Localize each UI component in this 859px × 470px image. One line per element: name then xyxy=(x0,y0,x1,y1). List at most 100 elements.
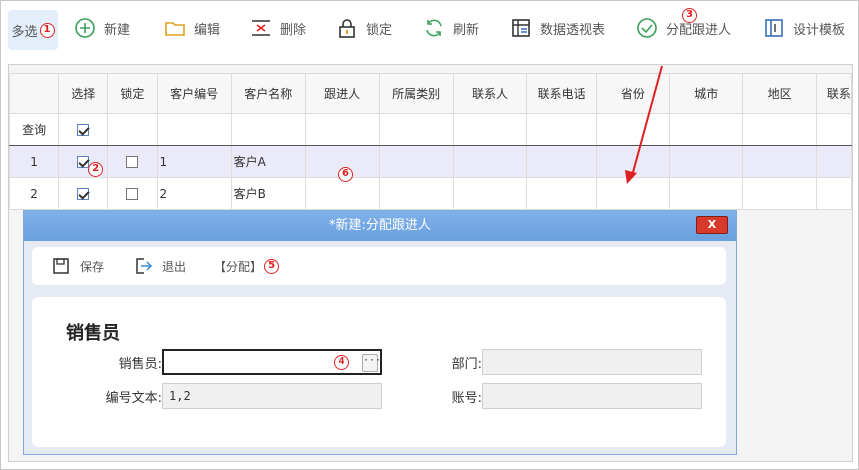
column-header[interactable]: 跟进人 xyxy=(304,73,380,114)
dialog-form: 销售员 销售员: 4 ··· 编号文本: 1,2 部门: 账号: xyxy=(32,297,726,447)
lock-cell[interactable] xyxy=(107,145,158,178)
query-cell[interactable] xyxy=(526,113,597,146)
dialog-title: *新建:分配跟进人 xyxy=(329,218,431,233)
row-lock-checkbox[interactable] xyxy=(126,188,139,200)
multi-select-label: 多选 xyxy=(11,24,38,40)
save-icon xyxy=(52,257,70,275)
assign-follower-dialog: *新建:分配跟进人 X 保存 退出 【分配】 5 销售员 销售员: 4 ··· xyxy=(23,210,737,455)
pivot-table-label: 数据透视表 xyxy=(540,22,606,38)
query-cell[interactable] xyxy=(230,113,306,146)
edit-label: 编辑 xyxy=(194,22,221,38)
query-label: 查询 xyxy=(9,113,60,146)
table-cell xyxy=(742,145,817,178)
exit-label: 退出 xyxy=(162,259,187,274)
query-cell[interactable] xyxy=(815,113,852,146)
column-header[interactable]: 锁定 xyxy=(107,73,158,114)
folder-icon xyxy=(164,17,186,39)
header-row: 选择 锁定 客户编号 客户名称 跟进人 所属类别 联系人 联系电话 省份 城市 … xyxy=(9,73,852,114)
corner-header xyxy=(9,73,60,114)
department-field[interactable] xyxy=(482,349,702,375)
annotation-badge-6: 6 xyxy=(338,167,353,182)
customer-code-cell: 2 xyxy=(156,177,232,210)
table-cell xyxy=(378,145,454,178)
edit-button[interactable]: 编辑 xyxy=(164,12,220,44)
exit-button[interactable]: 退出 xyxy=(134,257,186,275)
save-button[interactable]: 保存 xyxy=(52,257,104,275)
column-header[interactable]: 选择 xyxy=(58,73,109,114)
dialog-title-bar: *新建:分配跟进人 X xyxy=(24,211,736,241)
row-number: 2 xyxy=(9,177,60,210)
lock-button[interactable]: 锁定 xyxy=(336,12,392,44)
annotation-badge-5: 5 xyxy=(264,258,280,274)
refresh-icon xyxy=(423,17,445,39)
query-cell[interactable] xyxy=(304,113,380,146)
lock-icon xyxy=(336,17,358,39)
annotation-badge-2: 2 xyxy=(88,162,104,177)
customer-table: 选择 锁定 客户编号 客户名称 跟进人 所属类别 联系人 联系电话 省份 城市 … xyxy=(9,73,852,210)
column-header[interactable]: 客户编号 xyxy=(156,73,232,114)
query-cell[interactable] xyxy=(378,113,454,146)
department-label: 部门: xyxy=(451,357,482,372)
table-cell xyxy=(304,177,380,210)
annotation-badge-4: 4 xyxy=(334,355,349,370)
code-text-label: 编号文本: xyxy=(105,391,162,406)
exit-icon xyxy=(134,257,153,275)
table-cell xyxy=(452,177,528,210)
customer-code-cell: 1 xyxy=(156,145,232,178)
column-header[interactable]: 所属类别 xyxy=(378,73,454,114)
column-header[interactable]: 省份 xyxy=(595,73,671,114)
annotation-badge-1: 1 xyxy=(39,22,55,38)
customer-name-cell: 客户A xyxy=(230,145,306,178)
design-template-button[interactable]: 设计模板 xyxy=(763,12,845,44)
table-cell xyxy=(526,145,597,178)
toolbar: 多选 1 新建 编辑 删除 锁定 刷新 数据透视表 分配跟进人 3 设计模板 xyxy=(2,2,857,52)
table-cell xyxy=(742,177,817,210)
query-cell[interactable] xyxy=(595,113,671,146)
column-header[interactable]: 联系 xyxy=(815,73,852,114)
column-header[interactable]: 城市 xyxy=(669,73,744,114)
query-select-cell[interactable] xyxy=(58,113,109,146)
row-select-checkbox[interactable] xyxy=(77,188,90,200)
design-template-label: 设计模板 xyxy=(793,22,846,38)
pivot-table-icon xyxy=(510,17,532,39)
table-cell xyxy=(815,177,852,210)
select-all-checkbox[interactable] xyxy=(77,124,90,136)
account-field[interactable] xyxy=(482,383,702,409)
select-cell[interactable] xyxy=(58,177,109,210)
query-cell[interactable] xyxy=(156,113,232,146)
table-cell xyxy=(815,145,852,178)
query-cell[interactable] xyxy=(669,113,744,146)
query-cell[interactable] xyxy=(452,113,528,146)
query-cell[interactable] xyxy=(742,113,817,146)
save-label: 保存 xyxy=(80,259,105,274)
table-cell xyxy=(669,145,744,178)
new-button[interactable]: 新建 xyxy=(74,12,130,44)
picker-button[interactable]: ··· xyxy=(362,354,381,372)
account-label: 账号: xyxy=(451,391,482,406)
multi-select-button[interactable]: 多选 1 xyxy=(8,10,58,50)
column-header[interactable]: 地区 xyxy=(742,73,817,114)
assign-label: 【分配】 xyxy=(214,259,263,274)
table-row[interactable]: 1 2 1 客户A xyxy=(9,145,852,178)
table-row[interactable]: 2 2 客户B xyxy=(9,177,852,210)
table-cell xyxy=(526,177,597,210)
refresh-button[interactable]: 刷新 xyxy=(423,12,479,44)
salesman-field[interactable]: 4 ··· xyxy=(162,349,382,375)
table-cell xyxy=(595,145,671,178)
close-button[interactable]: X xyxy=(696,216,728,234)
lock-cell[interactable] xyxy=(107,177,158,210)
dialog-toolbar: 保存 退出 【分配】 5 xyxy=(32,247,726,285)
table-cell xyxy=(452,145,528,178)
code-text-field[interactable]: 1,2 xyxy=(162,383,382,409)
row-lock-checkbox[interactable] xyxy=(126,156,139,168)
table-cell xyxy=(378,177,454,210)
column-header[interactable]: 联系人 xyxy=(452,73,528,114)
pivot-table-button[interactable]: 数据透视表 xyxy=(510,12,605,44)
column-header[interactable]: 联系电话 xyxy=(526,73,597,114)
select-cell[interactable]: 2 xyxy=(58,145,109,178)
query-cell[interactable] xyxy=(107,113,158,146)
delete-button[interactable]: 删除 xyxy=(250,12,306,44)
column-header[interactable]: 客户名称 xyxy=(230,73,306,114)
table-cell xyxy=(669,177,744,210)
assign-button[interactable]: 【分配】 5 xyxy=(214,258,280,275)
